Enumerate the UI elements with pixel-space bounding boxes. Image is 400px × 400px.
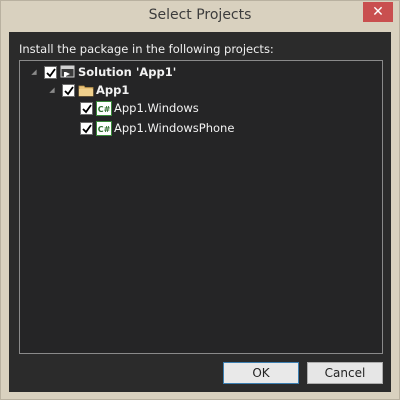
csharp-project-icon: C# bbox=[96, 120, 112, 136]
expander-icon[interactable]: ◢ bbox=[46, 84, 58, 96]
tree-item-solution[interactable]: ◢ Solution 'App1' bbox=[28, 63, 176, 81]
project-label: App1.WindowsPhone bbox=[114, 121, 235, 135]
project-checkbox[interactable] bbox=[80, 121, 93, 135]
csharp-icon-text: C# bbox=[98, 125, 111, 134]
title-bar[interactable]: Select Projects ✕ bbox=[1, 1, 399, 31]
ok-button[interactable]: OK bbox=[223, 362, 299, 384]
close-button[interactable]: ✕ bbox=[363, 2, 393, 22]
dialog-title: Select Projects bbox=[148, 7, 252, 23]
expander-icon[interactable]: ◢ bbox=[28, 66, 40, 78]
folder-icon bbox=[78, 83, 94, 98]
select-projects-dialog: Select Projects ✕ Install the package in… bbox=[0, 0, 400, 400]
tree-item-project[interactable]: C# App1.Windows bbox=[80, 99, 199, 117]
tree-item-project[interactable]: C# App1.WindowsPhone bbox=[80, 119, 234, 137]
project-tree[interactable]: ◢ Solution 'App1' ◢ App1 C# App1.Windows… bbox=[19, 60, 383, 354]
folder-checkbox[interactable] bbox=[62, 83, 75, 97]
project-label: App1.Windows bbox=[114, 101, 199, 115]
solution-checkbox[interactable] bbox=[44, 65, 57, 79]
folder-label: App1 bbox=[96, 83, 130, 97]
close-icon: ✕ bbox=[372, 4, 384, 20]
cancel-button[interactable]: Cancel bbox=[307, 362, 383, 384]
solution-label: Solution 'App1' bbox=[78, 65, 177, 79]
tree-item-folder[interactable]: ◢ App1 bbox=[46, 81, 129, 99]
solution-icon bbox=[60, 65, 76, 80]
instruction-label: Install the package in the following pro… bbox=[19, 42, 274, 56]
csharp-project-icon: C# bbox=[96, 100, 112, 116]
project-checkbox[interactable] bbox=[80, 101, 93, 115]
csharp-icon-text: C# bbox=[98, 105, 111, 114]
dialog-content: Install the package in the following pro… bbox=[9, 32, 391, 392]
